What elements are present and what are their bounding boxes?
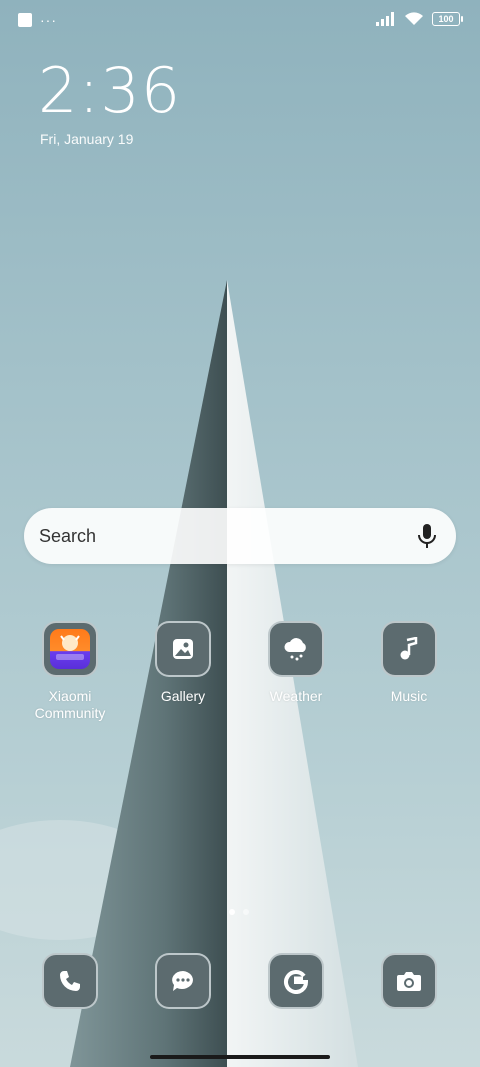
app-label: Xiaomi Community <box>34 688 106 721</box>
google-icon[interactable] <box>268 953 324 1009</box>
app-weather[interactable]: Weather <box>241 621 351 705</box>
music-icon[interactable] <box>381 621 437 677</box>
app-music[interactable]: Music <box>354 621 464 705</box>
dock-google[interactable] <box>241 953 351 1009</box>
dock-messages[interactable] <box>128 953 238 1009</box>
status-bar: ··· 100 <box>0 0 480 42</box>
messages-icon[interactable] <box>155 953 211 1009</box>
app-xiaomi-community[interactable]: Xiaomi Community <box>15 621 125 722</box>
dock-phone[interactable] <box>15 953 125 1009</box>
xiaomi-community-icon[interactable] <box>42 621 98 677</box>
signal-icon <box>376 11 394 26</box>
phone-icon[interactable] <box>42 953 98 1009</box>
app-gallery[interactable]: Gallery <box>128 621 238 705</box>
clock-date: Fri, January 19 <box>40 131 134 147</box>
app-label: Weather <box>269 688 323 704</box>
gallery-icon[interactable] <box>155 621 211 677</box>
weather-icon[interactable] <box>268 621 324 677</box>
wifi-icon <box>405 12 423 25</box>
page-indicator <box>229 909 249 915</box>
camera-icon[interactable] <box>381 953 437 1009</box>
clock-time: 2:36 <box>38 54 182 127</box>
app-label: Gallery <box>160 688 206 704</box>
dock-camera[interactable] <box>354 953 464 1009</box>
search-label: Search <box>39 526 97 546</box>
home-indicator[interactable] <box>150 1055 330 1059</box>
page-dot <box>243 909 249 915</box>
search-bar[interactable]: Search <box>24 508 456 564</box>
more-notifications-icon: ··· <box>40 12 57 28</box>
microphone-icon[interactable] <box>416 523 438 549</box>
notification-icon <box>18 13 32 27</box>
battery-icon: 100 <box>432 11 463 26</box>
app-label: Music <box>390 688 428 704</box>
page-dot-active <box>229 909 235 915</box>
